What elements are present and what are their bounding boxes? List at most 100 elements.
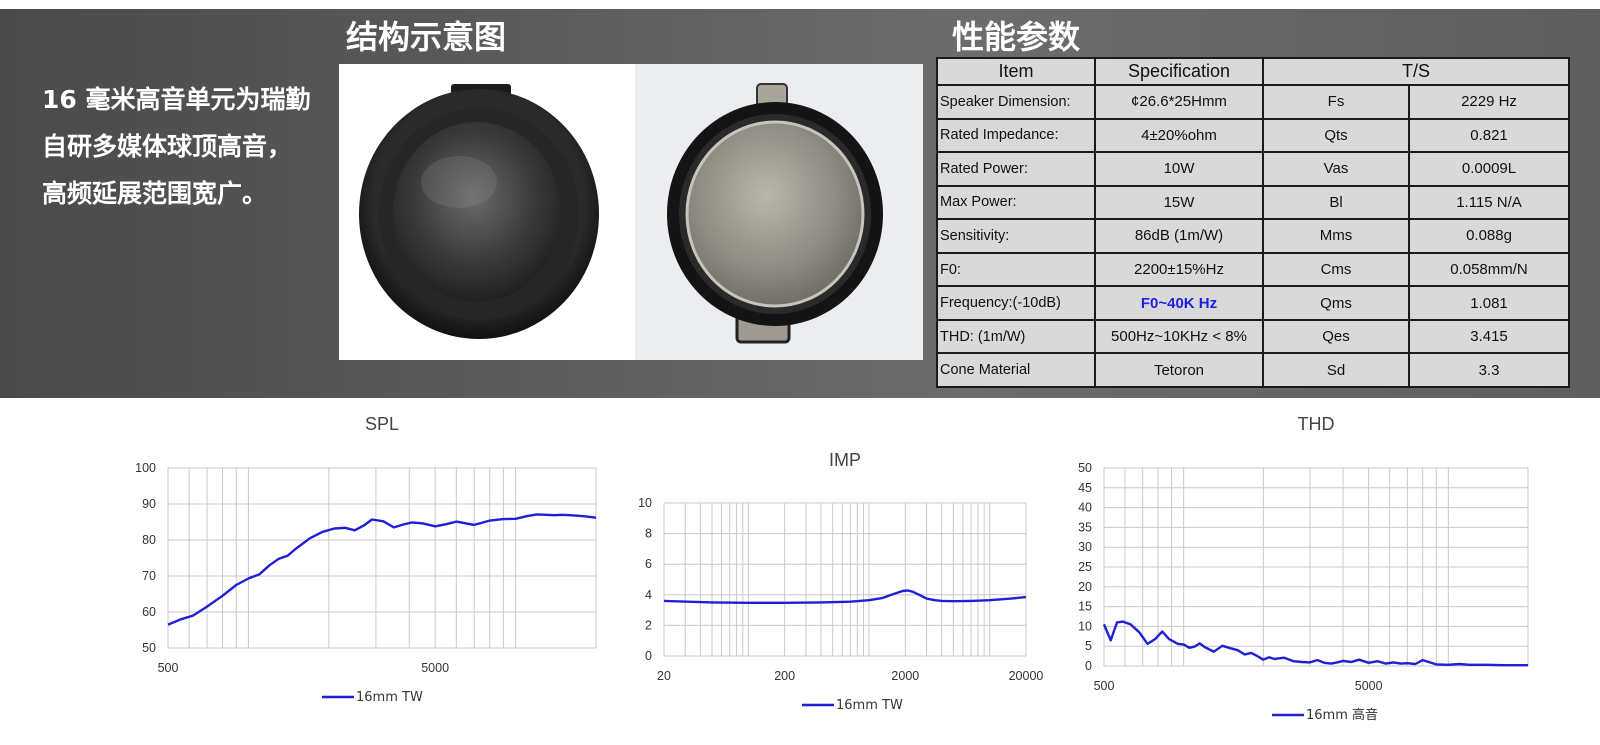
row-item: Frequency:(-10dB) [936,285,1096,321]
row-ts-value: 1.115 N/A [1407,184,1571,221]
spec-table: Item Specification T/S Speaker Dimension… [936,57,1571,388]
row-spec: 10W [1094,151,1264,187]
row-item: Sensitivity: [936,218,1096,254]
header-ts: T/S [1261,57,1571,86]
row-ts: Sd [1262,352,1410,388]
row-item: Max Power: [936,184,1096,221]
row-spec: 2200±15%Hz [1094,251,1264,288]
thd-chart: THD 0 5 10 15 20 25 30 35 40 45 50 500 5000 16mm 高音 [1060,400,1600,745]
row-ts: Vas [1262,151,1410,187]
y-tick-label: 50 [142,641,156,655]
row-spec: 15W [1094,184,1264,221]
row-ts-value: 0.821 [1407,117,1571,154]
spl-chart-svg: SPL 50 60 70 80 90 100 500 5000 16mm TW [135,414,597,705]
table-row: Speaker Dimension: ¢26.6*25Hmm Fs 2229 H… [936,84,1571,120]
row-item: THD: (1m/W) [936,318,1096,355]
spec-table-header: Item Specification T/S [936,57,1571,86]
imp-chart-svg: IMP 0 2 4 6 8 10 20 200 2000 20000 16mm TW [638,450,1044,713]
y-tick-label: 20 [1078,580,1092,594]
series-line [167,513,597,626]
y-tick-label: 30 [1078,540,1092,554]
row-item: Rated Impedance: [936,117,1096,154]
row-ts: Bl [1262,184,1410,221]
y-tick-label: 15 [1078,600,1092,614]
table-row: Sensitivity: 86dB (1m/W) Mms 0.088g [936,218,1571,254]
row-ts-value: 0.088g [1407,218,1571,254]
series-line [663,589,1027,605]
y-tick-label: 0 [645,649,652,663]
y-tick-label: 25 [1078,560,1092,574]
row-ts: Cms [1262,251,1410,288]
y-tick-label: 80 [142,533,156,547]
y-tick-label: 90 [142,497,156,511]
y-tick-label: 40 [1078,501,1092,515]
x-tick-label: 500 [1094,679,1115,693]
thd-chart-svg: THD 0 5 10 15 20 25 30 35 40 45 50 500 5000 16mm 高音 [1078,414,1529,723]
x-tick-label: 500 [158,661,179,675]
row-ts: Qms [1262,285,1410,321]
row-ts-value: 1.081 [1407,285,1571,321]
table-row: Cone Material Tetoron Sd 3.3 [936,352,1571,388]
x-tick-label: 20 [657,669,671,683]
row-ts: Mms [1262,218,1410,254]
y-tick-label: 8 [645,527,652,541]
y-tick-label: 45 [1078,481,1092,495]
y-tick-label: 50 [1078,461,1092,475]
y-tick-label: 100 [135,461,156,475]
y-tick-label: 2 [645,618,652,632]
legend-label: 16mm TW [836,698,903,713]
table-row: Rated Power: 10W Vas 0.0009L [936,151,1571,187]
row-item: Rated Power: [936,151,1096,187]
y-tick-label: 60 [142,605,156,619]
y-tick-label: 35 [1078,520,1092,534]
row-ts: Fs [1262,84,1410,120]
spec-title: 性能参数 [952,18,1081,56]
x-tick-label: 5000 [421,661,449,675]
row-ts: Qts [1262,117,1410,154]
chart-title: THD [1298,414,1335,434]
header-specification: Specification [1094,57,1264,86]
row-spec: Tetoron [1094,352,1264,388]
row-ts-value: 0.0009L [1407,151,1571,187]
y-tick-label: 0 [1085,659,1092,673]
y-tick-label: 4 [645,588,652,602]
row-item: Speaker Dimension: [936,84,1096,120]
row-ts: Qes [1262,318,1410,355]
intro-text: 16 毫米高音单元为瑞勤自研多媒体球顶高音，高频延展范围宽广。 [42,85,311,208]
row-spec: 86dB (1m/W) [1094,218,1264,254]
x-tick-label: 20000 [1009,669,1044,683]
y-tick-label: 10 [638,496,652,510]
row-item: Cone Material [936,352,1096,388]
y-tick-label: 5 [1085,639,1092,653]
row-spec: 4±20%ohm [1094,117,1264,154]
row-ts-value: 0.058mm/N [1407,251,1571,288]
row-item: F0: [936,251,1096,288]
row-spec-highlight: F0~40K Hz [1094,285,1264,321]
header-item: Item [936,57,1096,86]
row-spec: 500Hz~10KHz < 8% [1094,318,1264,355]
top-white-strip [0,0,1600,9]
legend-label: 16mm TW [356,690,423,705]
chart-title: IMP [829,450,861,470]
row-spec: ¢26.6*25Hmm [1094,84,1264,120]
x-tick-label: 200 [774,669,795,683]
y-tick-label: 10 [1078,619,1092,633]
y-tick-label: 6 [645,557,652,571]
y-tick-label: 70 [142,569,156,583]
tweeter-back-photo [635,64,923,360]
table-row: THD: (1m/W) 500Hz~10KHz < 8% Qes 3.415 [936,318,1571,355]
imp-chart: IMP 0 2 4 6 8 10 20 200 2000 20000 16mm TW [620,400,1060,745]
row-ts-value: 3.415 [1407,318,1571,355]
table-row: Rated Impedance: 4±20%ohm Qts 0.821 [936,117,1571,154]
x-tick-label: 2000 [891,669,919,683]
row-ts-value: 2229 Hz [1407,84,1571,120]
chart-title: SPL [365,414,399,434]
series-line [1102,620,1528,667]
spl-chart: SPL 50 60 70 80 90 100 500 5000 16mm TW [0,400,620,745]
table-row: Max Power: 15W Bl 1.115 N/A [936,184,1571,221]
table-row: F0: 2200±15%Hz Cms 0.058mm/N [936,251,1571,288]
structure-title: 结构示意图 [346,18,507,56]
tweeter-front-photo [339,64,635,360]
row-ts-value: 3.3 [1407,352,1571,388]
table-row: Frequency:(-10dB) F0~40K Hz Qms 1.081 [936,285,1571,321]
